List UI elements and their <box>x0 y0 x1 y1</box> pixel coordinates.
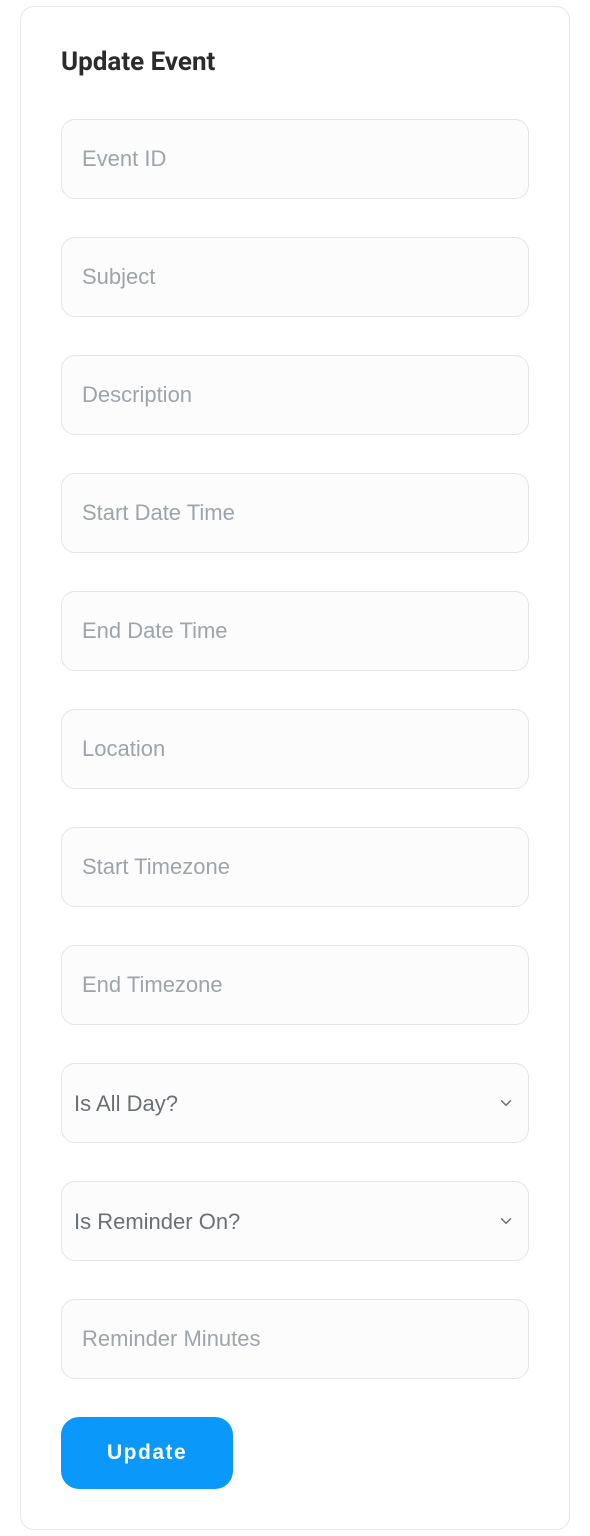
form-row <box>61 827 529 907</box>
card-title: Update Event <box>61 47 529 77</box>
description-input[interactable] <box>61 355 529 435</box>
subject-input[interactable] <box>61 237 529 317</box>
is-all-day-select-wrap: Is All Day? <box>61 1063 529 1143</box>
form-row <box>61 119 529 199</box>
update-event-card: Update Event Is All Day? <box>20 6 570 1530</box>
event-id-input[interactable] <box>61 119 529 199</box>
form-row <box>61 1299 529 1379</box>
form-row <box>61 473 529 553</box>
form-row <box>61 237 529 317</box>
is-reminder-on-select[interactable]: Is Reminder On? <box>61 1181 529 1261</box>
is-reminder-on-select-wrap: Is Reminder On? <box>61 1181 529 1261</box>
is-all-day-select[interactable]: Is All Day? <box>61 1063 529 1143</box>
update-button[interactable]: Update <box>61 1417 233 1489</box>
start-timezone-input[interactable] <box>61 827 529 907</box>
form-row <box>61 355 529 435</box>
end-timezone-input[interactable] <box>61 945 529 1025</box>
form-row: Is Reminder On? <box>61 1181 529 1261</box>
end-datetime-input[interactable] <box>61 591 529 671</box>
location-input[interactable] <box>61 709 529 789</box>
form-row <box>61 591 529 671</box>
start-datetime-input[interactable] <box>61 473 529 553</box>
form-row <box>61 945 529 1025</box>
form-row: Is All Day? <box>61 1063 529 1143</box>
reminder-minutes-input[interactable] <box>61 1299 529 1379</box>
form-row <box>61 709 529 789</box>
